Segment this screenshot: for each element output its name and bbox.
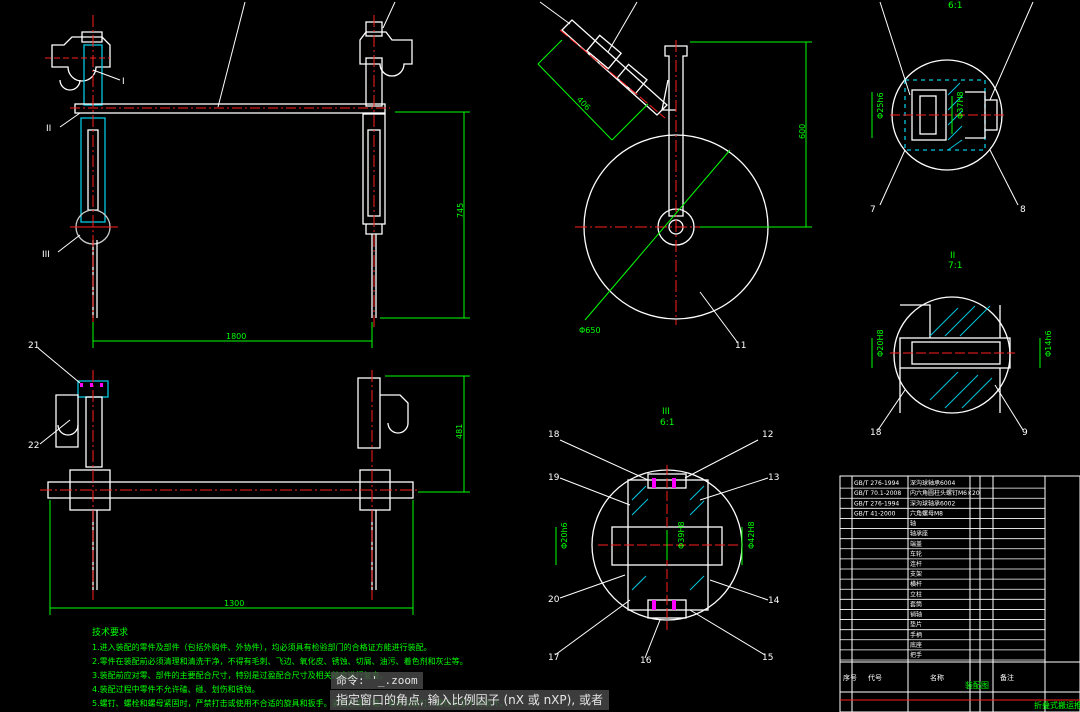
bom-name: 立柱	[910, 590, 922, 598]
front-view-dimensions	[92, 111, 470, 348]
callout-I: I	[122, 77, 125, 87]
dim-406: 406	[575, 95, 592, 112]
tech-req-1: 1.进入装配的零件及部件（包括外购件、外协件），均必须具有检验部门的合格证方能进…	[92, 642, 432, 652]
tech-req-4: 4.装配过程中零件不允许磕、碰、划伤和锈蚀。	[92, 684, 260, 694]
bom-name: 轴承座	[910, 530, 928, 538]
bom-name: 六角螺母M8	[910, 509, 943, 517]
dim-600: 600	[798, 124, 807, 139]
callout-22: 22	[28, 441, 39, 451]
bom-name: 横杆	[910, 580, 922, 588]
callout-18-III: 18	[548, 430, 560, 440]
title-header-code: 代号	[868, 673, 882, 682]
dim-II-b: Φ14h6	[1044, 330, 1053, 357]
dim-1800: 1800	[226, 332, 246, 341]
callout-17: 17	[548, 653, 559, 663]
bom-code: GB/T 276-1994	[854, 500, 899, 507]
dim-I-b: Φ37H8	[956, 91, 965, 119]
detail-II-hatch	[929, 305, 993, 409]
callout-7: 7	[870, 205, 876, 215]
bom-name: 套筒	[910, 600, 922, 608]
bom-code: GB/T 276-1994	[854, 480, 899, 487]
dimension-texts: 745 1800 481 1300 406 600 Φ650 Φ25h6 Φ37…	[224, 91, 1053, 608]
bom-rows: GB/T 276-1994 深沟球轴承6004 GB/T 70.1-2008 内六角圆…	[840, 479, 1045, 661]
callout-19: 19	[548, 473, 560, 483]
dim-III-b: Φ39H8	[677, 521, 686, 549]
bom-name: 端盖	[910, 540, 922, 548]
top-view-dimensions	[49, 375, 470, 615]
callout-13: 13	[768, 473, 779, 483]
product-name: 折叠式搬运推车	[1034, 700, 1080, 710]
title-header-note: 备注	[1000, 673, 1014, 682]
front-view	[45, 1, 413, 330]
dim-481: 481	[455, 424, 464, 439]
callout-18-II: 18	[870, 428, 882, 438]
bom-code: GB/T 70.1-2008	[854, 490, 901, 497]
callout-12: 12	[762, 430, 773, 440]
detail-III-title: III	[662, 407, 670, 417]
dim-I-a: Φ25h6	[876, 92, 885, 119]
bom-name: 内六角圆柱头螺钉M6×20	[910, 489, 980, 497]
bom-name: 轴	[910, 520, 916, 528]
callout-8: 8	[1020, 205, 1026, 215]
bom-name: 深沟球轴承6002	[910, 499, 955, 507]
bom-name: 销轴	[910, 611, 922, 619]
detail-II-title: II	[950, 251, 955, 261]
dim-III-c: Φ42H8	[747, 521, 756, 549]
bom-name: 把手	[910, 651, 922, 659]
top-view	[37, 347, 420, 600]
top-view-bearing-marks	[80, 383, 103, 387]
detail-III-hatch	[631, 485, 705, 591]
dim-745: 745	[456, 203, 465, 218]
drawing-name: 装配图	[965, 680, 989, 690]
callout-9: 9	[1022, 428, 1028, 438]
callout-16: 16	[640, 656, 652, 666]
dim-650: Φ650	[579, 326, 601, 335]
detail-I-scale: 6:1	[948, 1, 962, 11]
callout-15: 15	[762, 653, 773, 663]
bom-name: 深沟球轴承6004	[910, 479, 955, 487]
tech-req-2: 2.零件在装配前必须清理和清洗干净，不得有毛刺、飞边、氧化皮、锈蚀、切屑、油污、…	[92, 656, 468, 666]
command-line-prompt[interactable]: 指定窗口的角点, 输入比例因子 (nX 或 nXP), 或者	[330, 690, 609, 710]
bom-name: 连杆	[910, 560, 922, 568]
callout-14: 14	[768, 596, 780, 606]
dim-III-a: Φ20h6	[560, 522, 569, 549]
side-view	[539, 1, 780, 344]
detail-III-bearings	[652, 478, 676, 610]
dim-1300: 1300	[224, 599, 244, 608]
cad-drawing-canvas[interactable]: GB/T 276-1994 深沟球轴承6004 GB/T 70.1-2008 内六角圆…	[0, 0, 1080, 712]
bom-name: 支架	[910, 570, 922, 578]
callout-20: 20	[548, 595, 560, 605]
bom-name: 车轮	[910, 550, 922, 558]
bom-code: GB/T 41-2000	[854, 510, 896, 517]
callout-II: II	[46, 124, 51, 134]
bom-name: 手柄	[910, 631, 922, 639]
bom-name: 垫片	[910, 621, 922, 629]
detail-III-scale: 6:1	[660, 418, 674, 428]
side-view-dimensions	[537, 39, 812, 321]
tech-req-title: 技术要求	[92, 626, 128, 638]
callout-21: 21	[28, 341, 39, 351]
dim-II-a: Φ20H8	[876, 329, 885, 357]
command-history: 命令: '_.zoom	[331, 672, 423, 689]
detail-II-scale: 7:1	[948, 261, 962, 271]
title-header-name: 名称	[930, 673, 944, 682]
detail-III	[554, 439, 769, 659]
title-header-seq: 序号	[843, 673, 857, 682]
callout-III: III	[42, 250, 50, 260]
detail-III-dims	[555, 527, 743, 565]
callout-11: 11	[735, 341, 746, 351]
bom-name: 底座	[910, 641, 922, 649]
detail-II	[877, 296, 1024, 431]
